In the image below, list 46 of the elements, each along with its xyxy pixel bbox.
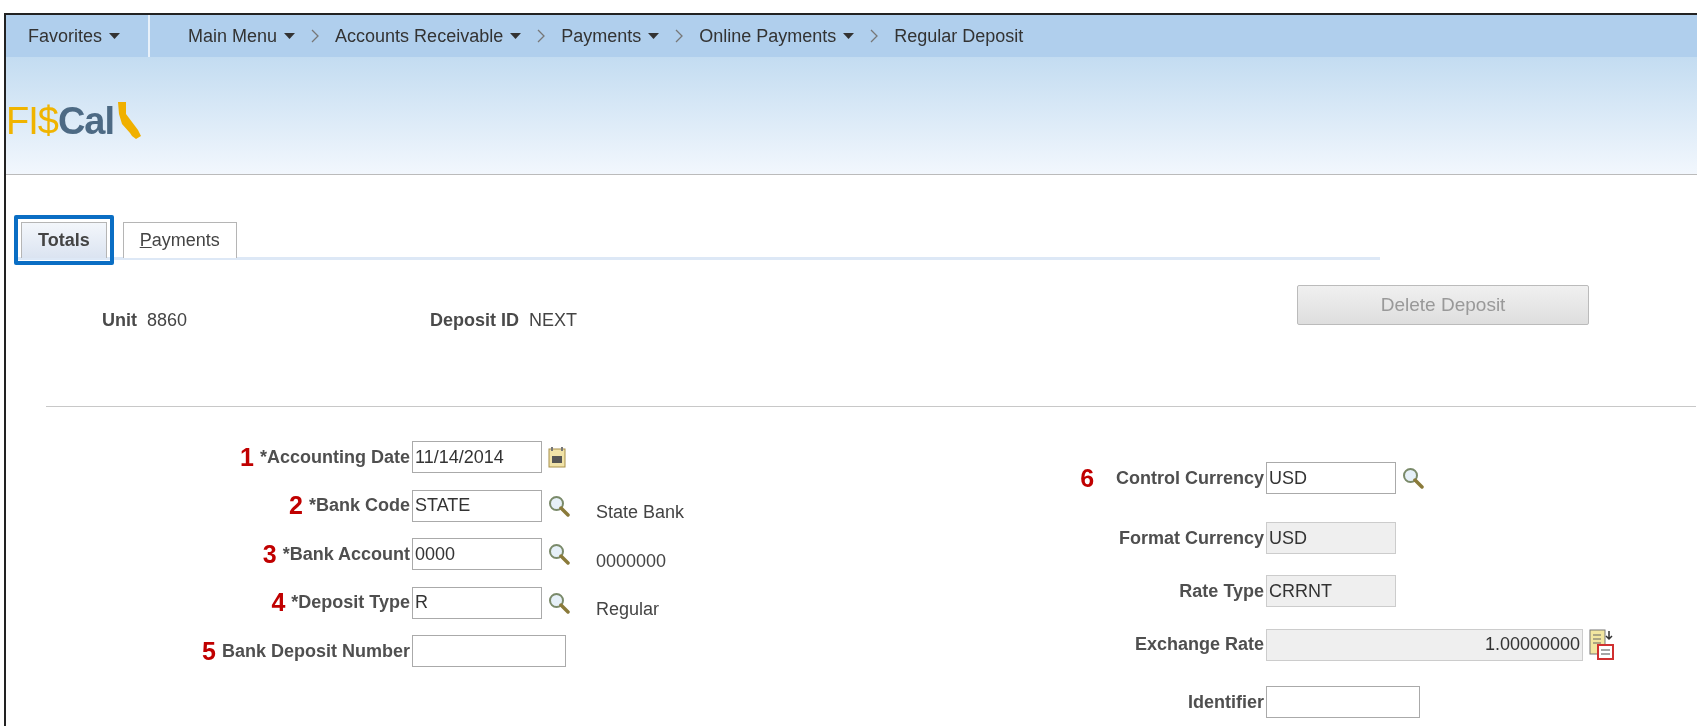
- field-label: Bank Deposit Number: [221, 640, 410, 662]
- field-label: Identifier: [1188, 691, 1265, 713]
- field-label: Unit: [102, 309, 137, 331]
- field-value: 8860: [147, 309, 188, 331]
- input-field[interactable]: [412, 635, 566, 668]
- field-value: NEXT: [529, 309, 578, 331]
- step-number: 4: [271, 588, 286, 618]
- input-field[interactable]: USD: [1266, 462, 1397, 494]
- breadcrumb-link[interactable]: Favorites: [28, 25, 121, 47]
- field-label: Format Currency: [1119, 527, 1265, 549]
- california-icon: [116, 99, 143, 140]
- search-icon[interactable]: [548, 543, 570, 566]
- step-number: 5: [202, 636, 216, 666]
- input-field[interactable]: 0000: [412, 538, 542, 571]
- field-description: State Bank: [596, 502, 685, 524]
- field-description: Regular: [596, 599, 660, 621]
- input-field[interactable]: R: [412, 586, 542, 619]
- breadcrumb-link[interactable]: Regular Deposit: [894, 25, 1024, 47]
- tab[interactable]: Totals: [21, 222, 107, 258]
- field-label: Exchange Rate: [1135, 634, 1265, 655]
- input-field[interactable]: [1266, 686, 1421, 718]
- input-field[interactable]: 11/14/2014: [412, 441, 542, 474]
- logo-text: FI$: [6, 101, 58, 140]
- field-label: Control Currency: [1116, 467, 1265, 489]
- step-number: 2: [289, 491, 303, 521]
- field-label: *Deposit Type: [291, 592, 410, 614]
- field-label: Deposit ID: [430, 309, 520, 331]
- search-icon[interactable]: [1402, 467, 1425, 489]
- breadcrumb-link[interactable]: Online Payments: [699, 25, 855, 47]
- breadcrumb-link[interactable]: Accounts Receivable: [335, 25, 522, 47]
- field-label: *Bank Account: [282, 543, 410, 565]
- step-number: 1: [240, 442, 254, 472]
- search-icon[interactable]: [548, 591, 570, 614]
- search-icon[interactable]: [548, 494, 570, 517]
- input-field[interactable]: STATE: [412, 489, 542, 522]
- tab[interactable]: Payments: [122, 222, 237, 258]
- breadcrumb-link[interactable]: Payments: [561, 25, 660, 47]
- breadcrumb-link[interactable]: Main Menu: [188, 25, 296, 47]
- step-number: 3: [262, 539, 277, 569]
- field-label: *Bank Code: [308, 495, 410, 517]
- field-description: 0000000: [596, 550, 667, 572]
- field-label: *Accounting Date: [260, 446, 410, 468]
- logo-text: Cal: [57, 101, 115, 140]
- field-label: Rate Type: [1179, 580, 1265, 602]
- step-number: 6: [1080, 463, 1095, 493]
- calendar-icon[interactable]: [548, 446, 566, 469]
